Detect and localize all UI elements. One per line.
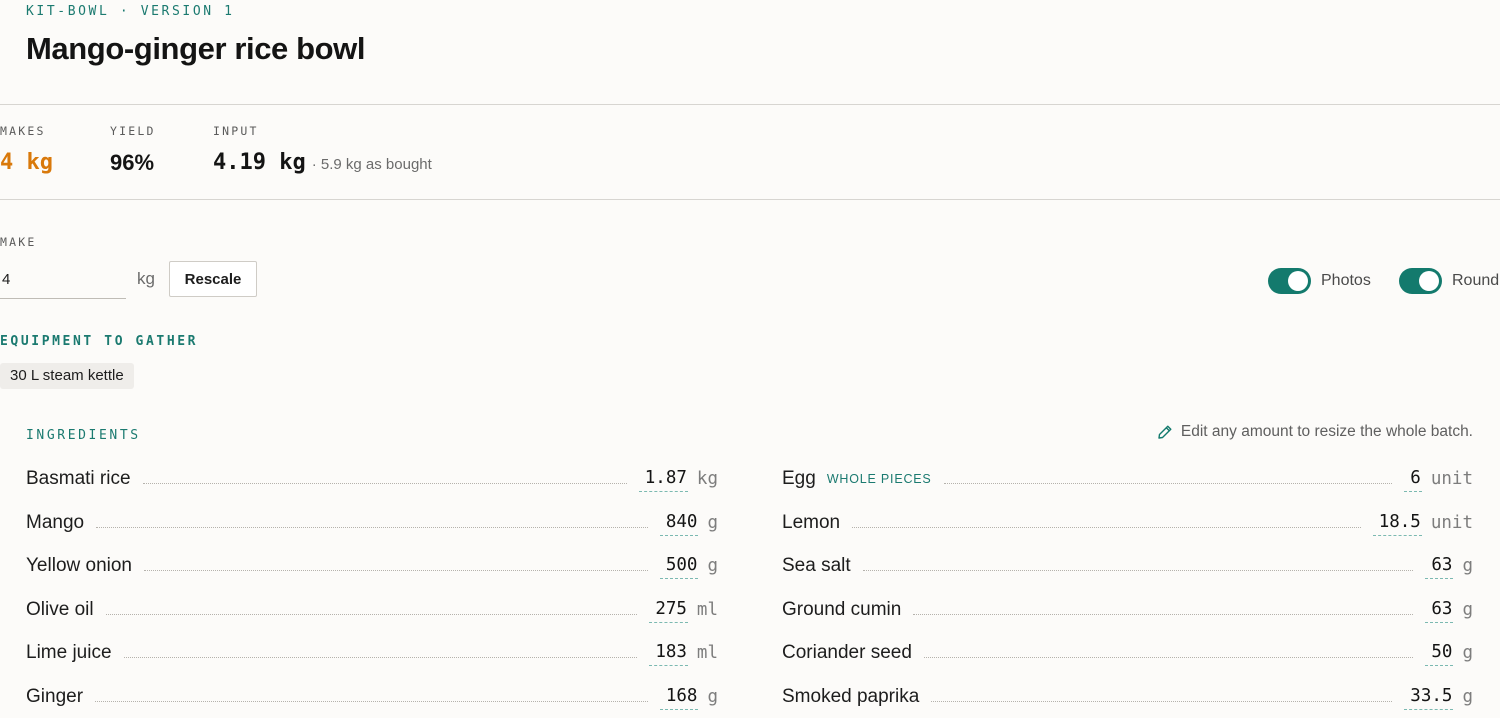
ingredient-unit: ml — [696, 643, 718, 663]
ingredient-row: Lemon 18.5 unit — [782, 510, 1473, 536]
ingredient-tag: WHOLE PIECES — [826, 472, 932, 486]
make-unit: kg — [137, 269, 155, 288]
round-toggle-label: Round — [1452, 272, 1500, 289]
input-value-group: 4.19 kg · 5.9 kg as bought — [213, 150, 432, 175]
equipment-heading: EQUIPMENT TO GATHER — [0, 334, 199, 349]
dotted-leader — [943, 482, 1393, 484]
toggle-knob — [1419, 271, 1439, 291]
ingredient-name: Ginger — [26, 686, 84, 707]
dotted-leader — [96, 526, 648, 528]
ingredient-row: Coriander seed 50 g — [782, 640, 1473, 666]
dotted-leader — [105, 613, 638, 615]
make-quantity-input[interactable] — [0, 260, 126, 299]
ingredient-row: Smoked paprika 33.5 g — [782, 684, 1473, 710]
ingredient-name: Egg — [782, 468, 816, 489]
ingredient-unit: g — [707, 556, 718, 576]
ingredient-name: Lemon — [782, 512, 841, 533]
ingredient-row: Lime juice 183 ml — [26, 640, 718, 666]
ingredient-amount-input[interactable]: 18.5 — [1372, 510, 1422, 536]
ingredient-row: Mango 840 g — [26, 510, 718, 536]
ingredient-row: Sea salt 63 g — [782, 553, 1473, 579]
input-value: 4.19 kg — [213, 150, 306, 175]
ingredient-amount-input[interactable]: 50 — [1425, 640, 1454, 666]
recipe-code: KIT-BOWL · VERSION 1 — [26, 4, 235, 19]
ingredient-row: Ground cumin 63 g — [782, 597, 1473, 623]
ingredient-amount-input[interactable]: 500 — [659, 553, 699, 579]
ingredient-amount-input[interactable]: 275 — [649, 597, 688, 623]
input-label: INPUT — [213, 124, 259, 138]
yield-value: 96% — [110, 150, 155, 175]
ingredient-name: Sea salt — [782, 555, 851, 576]
ingredient-unit: g — [707, 687, 718, 707]
dotted-leader — [931, 700, 1393, 702]
ingredient-name: Olive oil — [26, 599, 94, 620]
ingredient-row: Olive oil 275 ml — [26, 597, 718, 623]
makes-label: MAKES — [0, 124, 46, 138]
divider — [0, 199, 1500, 200]
ingredient-name: Basmati rice — [26, 468, 131, 489]
ingredient-amount-input[interactable]: 6 — [1404, 466, 1422, 492]
ingredient-unit: g — [1462, 600, 1473, 620]
equipment-chip: 30 L steam kettle — [0, 363, 134, 389]
photos-toggle[interactable] — [1268, 268, 1311, 294]
ingredient-amount-input[interactable]: 63 — [1425, 553, 1454, 579]
dotted-leader — [144, 569, 648, 571]
ingredient-row: Basmati rice 1.87 kg — [26, 466, 718, 492]
toggle-knob — [1288, 271, 1308, 291]
ingredient-unit: g — [1462, 643, 1473, 663]
ingredient-amount-input[interactable]: 1.87 — [638, 466, 688, 492]
yield-label: YIELD — [110, 124, 156, 138]
dotted-leader — [852, 526, 1361, 528]
ingredient-name: Coriander seed — [782, 642, 912, 663]
ingredient-unit: unit — [1430, 469, 1473, 489]
photos-toggle-label: Photos — [1321, 272, 1371, 289]
dotted-leader — [923, 656, 1414, 658]
ingredient-amount-input[interactable]: 168 — [659, 684, 699, 710]
ingredient-name: Lime juice — [26, 642, 112, 663]
makes-value: 4 kg — [0, 150, 53, 175]
ingredient-name: Yellow onion — [26, 555, 132, 576]
dotted-leader — [123, 656, 638, 658]
pencil-icon — [1158, 425, 1172, 439]
round-toggle[interactable] — [1399, 268, 1442, 294]
divider — [0, 104, 1500, 105]
ingredient-amount-input[interactable]: 63 — [1425, 597, 1454, 623]
input-note: · 5.9 kg as bought — [311, 156, 432, 173]
dotted-leader — [95, 700, 648, 702]
resize-hint: Edit any amount to resize the whole batc… — [1157, 423, 1473, 441]
ingredient-name: Smoked paprika — [782, 686, 920, 707]
dotted-leader — [142, 482, 627, 484]
resize-hint-text: Edit any amount to resize the whole batc… — [1180, 423, 1473, 440]
dotted-leader — [913, 613, 1414, 615]
ingredient-amount-input[interactable]: 183 — [649, 640, 688, 666]
ingredient-unit: g — [1462, 556, 1473, 576]
ingredient-amount-input[interactable]: 33.5 — [1404, 684, 1454, 710]
ingredient-unit: unit — [1430, 513, 1473, 533]
ingredient-name: Mango — [26, 512, 85, 533]
ingredient-unit: kg — [696, 469, 718, 489]
ingredient-row: Ginger 168 g — [26, 684, 718, 710]
rescale-button[interactable]: Rescale — [169, 261, 257, 297]
ingredient-unit: g — [1462, 687, 1473, 707]
ingredient-name: Ground cumin — [782, 599, 902, 620]
ingredient-row: Yellow onion 500 g — [26, 553, 718, 579]
ingredient-row: Egg WHOLE PIECES 6 unit — [782, 466, 1473, 492]
ingredient-unit: ml — [696, 600, 718, 620]
ingredients-heading: INGREDIENTS — [26, 428, 141, 443]
ingredient-unit: g — [707, 513, 718, 533]
dotted-leader — [862, 569, 1414, 571]
ingredient-amount-input[interactable]: 840 — [659, 510, 699, 536]
page-title: Mango-ginger rice bowl — [26, 31, 366, 66]
make-label: MAKE — [0, 235, 37, 249]
